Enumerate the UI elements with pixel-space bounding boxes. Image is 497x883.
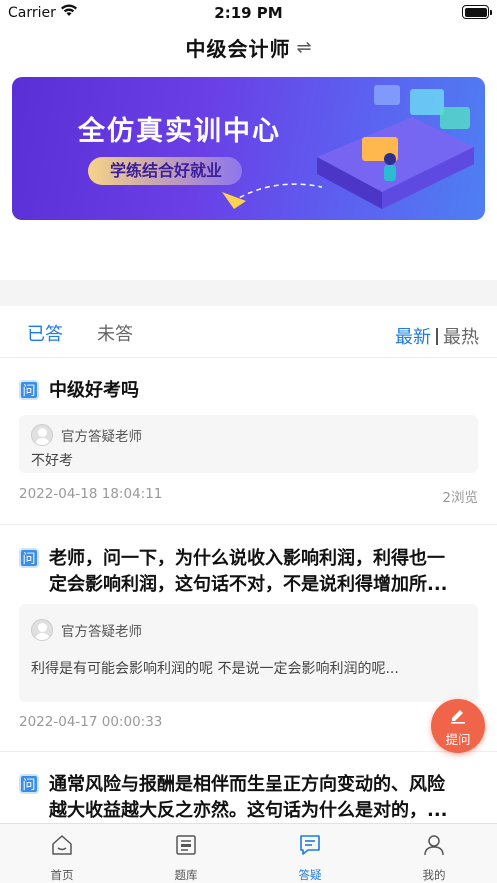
question-card[interactable]: 问 老师，问一下，为什么说收入影响利润，利得也一 定会影响利润，这句话不对，不是… xyxy=(0,526,497,752)
question-title-line1: 通常风险与报酬是相伴而生呈正方向变动的、风险 xyxy=(49,774,445,795)
nav-header: 中级会计师 ⇌ xyxy=(0,26,497,68)
tabbar-label: 题库 xyxy=(174,868,198,882)
sort-toggle: 最新 最热 xyxy=(395,323,479,349)
page-title[interactable]: 中级会计师 xyxy=(185,33,290,62)
ask-question-button[interactable]: 提问 xyxy=(431,699,485,753)
tabbar-item-home[interactable]: 首页 xyxy=(0,824,124,883)
section-divider xyxy=(0,280,497,306)
answer-box: 官方答疑老师 不好考 xyxy=(19,415,478,473)
question-title-line1: 老师，问一下，为什么说收入影响利润，利得也一 xyxy=(49,548,445,569)
promo-banner[interactable]: 全仿真实训中心 学练结合好就业 xyxy=(12,77,485,220)
question-title: 老师，问一下，为什么说收入影响利润，利得也一 定会影响利润，这句话不对，不是说利… xyxy=(49,546,448,598)
ask-label: 提问 xyxy=(445,732,471,747)
answer-text: 不好考 xyxy=(31,453,73,469)
battery-icon xyxy=(462,5,492,19)
sort-newest[interactable]: 最新 xyxy=(395,323,431,349)
qa-icon xyxy=(300,835,320,855)
tabbar-label: 首页 xyxy=(50,868,74,882)
question-card[interactable]: 问 通常风险与报酬是相伴而生呈正方向变动的、风险 越大收益越大反之亦然。这句话为… xyxy=(0,752,497,823)
question-title-line2: 越大收益越大反之亦然。这句话为什么是对的，... xyxy=(49,800,448,821)
question-icon: 问 xyxy=(19,774,39,794)
banner-title: 全仿真实训中心 xyxy=(78,116,281,147)
question-icon: 问 xyxy=(19,380,39,400)
banner-subtitle: 学练结合好就业 xyxy=(88,157,243,185)
bottom-tab-bar: 首页 题库 答疑 我的 xyxy=(0,823,497,883)
banner-illustration xyxy=(222,85,474,209)
sort-hottest[interactable]: 最热 xyxy=(443,323,479,349)
tabbar-label: 答疑 xyxy=(298,868,322,882)
answer-tabs: 已答 未答 最新 最热 xyxy=(0,306,497,358)
question-header: 问 中级好考吗 xyxy=(19,378,481,404)
avatar xyxy=(31,619,53,641)
tabbar-item-question-bank[interactable]: 题库 xyxy=(124,824,248,883)
sort-separator xyxy=(436,327,438,345)
question-icon: 问 xyxy=(19,548,39,568)
teacher-name: 官方答疑老师 xyxy=(61,429,142,445)
question-date: 2022-04-18 18:04:11 xyxy=(19,486,163,502)
question-header: 问 老师，问一下，为什么说收入影响利润，利得也一 定会影响利润，这句话不对，不是… xyxy=(19,546,481,598)
tab-answered[interactable]: 已答 xyxy=(27,320,63,346)
question-date: 2022-04-17 00:00:33 xyxy=(19,714,163,730)
teacher-name: 官方答疑老师 xyxy=(61,624,142,640)
view-count: 2浏览 xyxy=(442,490,478,506)
tabbar-item-profile[interactable]: 我的 xyxy=(372,824,496,883)
question-card[interactable]: 问 中级好考吗 官方答疑老师 不好考 2022-04-18 18:04:11 2… xyxy=(0,359,497,525)
question-bank-icon xyxy=(176,835,196,855)
edit-icon xyxy=(451,710,465,724)
home-icon xyxy=(52,835,72,855)
tabbar-label: 我的 xyxy=(422,868,446,882)
switch-icon[interactable]: ⇌ xyxy=(296,37,311,58)
question-title: 通常风险与报酬是相伴而生呈正方向变动的、风险 越大收益越大反之亦然。这句话为什么… xyxy=(49,772,448,823)
status-time: 2:19 PM xyxy=(214,4,283,22)
answer-box: 官方答疑老师 利得是有可能会影响利润的呢 不是说一定会影响利润的呢... xyxy=(19,604,478,702)
profile-icon xyxy=(424,835,444,856)
tabbar-item-qa[interactable]: 答疑 xyxy=(248,824,372,883)
card-divider xyxy=(0,524,497,525)
question-title-line2: 定会影响利润，这句话不对，不是说利得增加所... xyxy=(49,574,448,595)
question-title: 中级好考吗 xyxy=(49,380,139,401)
answer-text: 利得是有可能会影响利润的呢 不是说一定会影响利润的呢... xyxy=(31,661,399,677)
status-bar: Carrier 2:19 PM xyxy=(0,0,497,26)
tab-unanswered[interactable]: 未答 xyxy=(97,320,133,346)
answer-teacher: 官方答疑老师 xyxy=(31,619,142,641)
avatar xyxy=(31,424,53,446)
answer-teacher: 官方答疑老师 xyxy=(31,424,142,446)
question-header: 问 通常风险与报酬是相伴而生呈正方向变动的、风险 越大收益越大反之亦然。这句话为… xyxy=(19,772,481,823)
